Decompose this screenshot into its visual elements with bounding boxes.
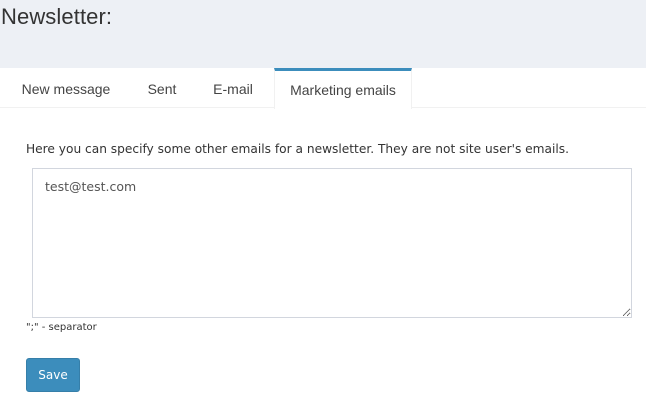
tab-sent[interactable]: Sent [132,68,192,108]
marketing-emails-textarea[interactable]: test@test.com [32,168,632,318]
separator-help-text: ";" - separator [26,322,97,333]
tab-new-message[interactable]: New message [0,68,132,108]
save-button[interactable]: Save [26,358,80,392]
tab-marketing-emails[interactable]: Marketing emails [274,68,412,109]
newsletter-tabs: New message Sent E-mail Marketing emails [0,68,646,109]
page-title: Newsletter: [1,4,113,29]
newsletter-page: Newsletter: New message Sent E-mail Mark… [0,0,646,402]
tab-e-mail[interactable]: E-mail [192,68,274,108]
page-header: Newsletter: [0,0,646,68]
marketing-emails-description: Here you can specify some other emails f… [26,142,570,156]
